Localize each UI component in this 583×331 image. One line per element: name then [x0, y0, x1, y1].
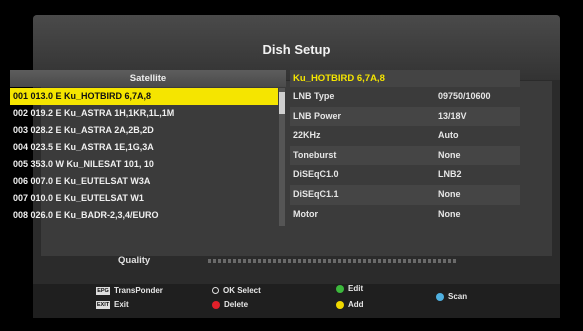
satellite-list[interactable]: 001 013.0 E Ku_HOTBIRD 6,7A,8 002 019.2 … [10, 88, 278, 224]
satellite-item-5[interactable]: 005 353.0 W Ku_NILESAT 101, 10 [10, 156, 278, 173]
help-edit: Edit [336, 284, 363, 293]
setting-diseqc-1-1[interactable]: DiSEqC1.1 None [290, 184, 520, 205]
setting-label: DiSEqC1.0 [293, 169, 339, 180]
setting-value[interactable]: None [438, 146, 461, 166]
setting-value[interactable]: None [438, 205, 461, 225]
help-label: Delete [224, 300, 249, 309]
setting-label: 22KHz [293, 130, 321, 141]
setting-value[interactable]: 09750/10600 [438, 87, 491, 107]
ok-button-icon [212, 287, 219, 294]
quality-meter [208, 259, 456, 263]
help-label: Add [348, 300, 364, 309]
help-add: Add [336, 300, 364, 309]
page-title: Dish Setup [262, 42, 331, 57]
satellite-item-2[interactable]: 002 019.2 E Ku_ASTRA 1H,1KR,1L,1M [10, 105, 278, 122]
satellite-item-1[interactable]: 001 013.0 E Ku_HOTBIRD 6,7A,8 [10, 88, 278, 105]
help-exit: EXIT Exit [96, 300, 129, 309]
help-scan: Scan [436, 292, 467, 301]
exit-key-icon: EXIT [96, 300, 110, 309]
help-label: OK Select [223, 286, 261, 295]
setting-value[interactable]: 13/18V [438, 107, 467, 127]
blue-button-icon [436, 292, 444, 301]
setting-diseqc-1-0[interactable]: DiSEqC1.0 LNB2 [290, 165, 520, 185]
satellite-item-4[interactable]: 004 023.5 E Ku_ASTRA 1E,1G,3A [10, 139, 278, 156]
setting-value[interactable]: LNB2 [438, 165, 462, 185]
help-label: Edit [348, 284, 364, 293]
yellow-button-icon [336, 300, 344, 309]
help-delete: Delete [212, 300, 248, 309]
help-label: Scan [448, 292, 468, 301]
help-label: Exit [114, 300, 129, 309]
epg-key-icon: EPG [96, 286, 110, 295]
help-transponder: EPG TransPonder [96, 286, 163, 295]
satellite-item-7[interactable]: 007 010.0 E Ku_EUTELSAT W1 [10, 190, 278, 207]
help-label: TransPonder [114, 286, 163, 295]
setting-motor[interactable]: Motor None [290, 205, 520, 225]
help-ok-select: OK Select [212, 286, 261, 295]
quality-label: Quality [118, 255, 151, 266]
setting-label: Toneburst [293, 149, 337, 160]
setting-lnb-power[interactable]: LNB Power 13/18V [290, 106, 520, 127]
setting-label: DiSEqC1.1 [293, 188, 339, 199]
setting-lnb-type[interactable]: LNB Type 09750/10600 [290, 87, 520, 107]
selected-satellite-name: Ku_HOTBIRD 6,7A,8 [290, 70, 520, 87]
setting-value[interactable]: Auto [438, 126, 459, 146]
setting-label: LNB Type [293, 91, 335, 101]
setting-label: LNB Power [293, 110, 342, 121]
satellite-item-8[interactable]: 008 026.0 E Ku_BADR-2,3,4/EURO [10, 207, 278, 224]
green-button-icon [336, 284, 344, 293]
satellite-list-header: Satellite [10, 70, 286, 87]
satellite-settings-panel: Ku_HOTBIRD 6,7A,8 LNB Type 09750/10600 L… [290, 70, 520, 224]
satellite-item-6[interactable]: 006 007.0 E Ku_EUTELSAT W3A [10, 173, 278, 190]
setting-22khz[interactable]: 22KHz Auto [290, 126, 520, 146]
scrollbar-thumb[interactable] [279, 92, 285, 114]
satellite-item-3[interactable]: 003 028.2 E Ku_ASTRA 2A,2B,2D [10, 122, 278, 139]
red-button-icon [212, 300, 220, 309]
setting-toneburst[interactable]: Toneburst None [290, 145, 520, 166]
setting-value[interactable]: None [438, 185, 461, 205]
setting-label: Motor [293, 208, 318, 219]
